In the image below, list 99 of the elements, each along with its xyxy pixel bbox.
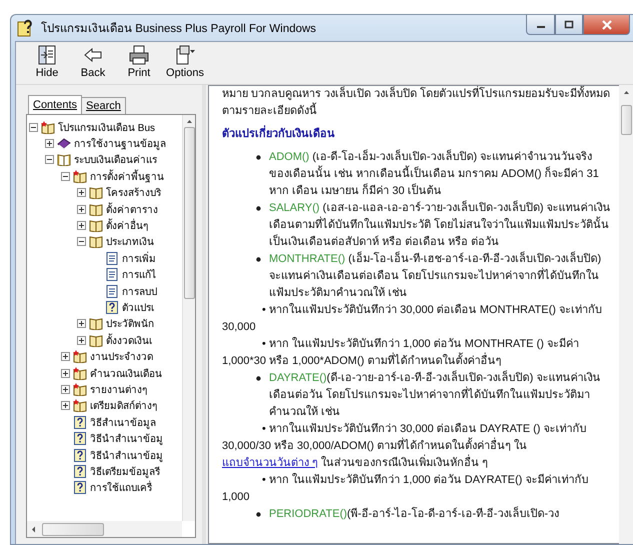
list-item: MONTHRATE() (เอ็ม-โอ-เอ็น-ที-เฮช-อาร์-เอ-ที-อี-วงเล็บเปิด-วงเล็บปิด) จะแทนค่าเงินเดือนต่อเดือน โดยโปรแกรมจะไปหาค่าจากที่ได้บันทึกในแฟ้มประวัติมาคำนวณให้ เช่น [269, 251, 602, 301]
tree-item[interactable]: ประเภทเงิน [106, 234, 154, 250]
help-icon [73, 416, 87, 429]
book-icon [89, 235, 103, 248]
bullet-icon [256, 155, 261, 160]
bullet-icon [256, 512, 261, 517]
expand-icon[interactable] [45, 139, 54, 148]
help-icon [73, 432, 87, 446]
tree-item[interactable]: ประวัติพนัก [106, 316, 154, 332]
horizontal-scrollbar[interactable] [27, 521, 182, 537]
book-icon [89, 334, 103, 347]
page-icon [105, 284, 119, 298]
tree-item[interactable]: ตั้งค่าตาราง [106, 202, 158, 217]
page-icon [105, 252, 119, 265]
vertical-scrollbar[interactable] [182, 115, 195, 521]
window-title: โปรแกรมเงินเดือน Business Plus Payroll For Windows [41, 20, 318, 37]
book-icon [89, 317, 103, 330]
tree-item[interactable]: การใช้งานฐานข้อมูล [74, 136, 166, 152]
section-heading: ตัวแปรเกี่ยวกับเงินเดือน [222, 126, 611, 143]
scrollbar-thumb[interactable] [184, 127, 194, 299]
tab[interactable]: Contents [28, 95, 82, 115]
maximize-button[interactable] [555, 15, 583, 35]
example-text: • หากในแฟ้มประวัติบันทึกว่า 30,000 ต่อเดือน DAYRATE () จะเท่ากับ 30,000/30 หรือ 30,000/ADOM() ตามที่ได้กำหนดในตั้งค่าอื่นๆ ใน แถบจำนวนวันต่าง ๆ ในส่วนของกรณีเงินเพิ่มเงินหักอื่น ๆ [222, 421, 588, 471]
tree-item[interactable]: การตั้งค่าพื้นฐาน [90, 168, 164, 184]
expand-icon[interactable] [61, 384, 70, 394]
example-text: • หากในแฟ้มประวัติบันทึกว่า 30,000 ต่อเดือน MONTHRATE() จะเท่ากับ 30,000 [222, 302, 603, 335]
list-item: SALARY() (เอส-เอ-แอล-เอ-อาร์-วาย-วงเล็บเปิด-วงเล็บปิด) จะแทนค่าเงินเดือนตามที่ได้บันทึกในแฟ้มประวัติ โดยไม่สนใจว่าในแฟ้มแฟ้มประวัตินั้นเป็นเงินเดือนต่อสัปดาห์ หรือ ต่อเดือน หรือ ต่อวัน [269, 200, 611, 250]
tree-item[interactable]: โครงสร้างบริ [106, 185, 161, 200]
options-icon [174, 45, 196, 65]
toolbar-button[interactable]: Options [162, 42, 208, 84]
expand-icon[interactable] [77, 336, 86, 345]
scroll-up-icon[interactable] [622, 89, 630, 95]
tree-item[interactable]: เตรียมดิสก์ต่างๆ [90, 398, 157, 414]
book-icon [57, 137, 71, 150]
list-item: ADOM() (เอ-ดี-โอ-เอ็ม-วงเล็บเปิด-วงเล็บปิด) จะแทนค่าจำนวนวันจริงของเดือนนั้น เช่น หากเดือนนี้เป็นเดือน มกราคม ADOM() ก็จะมีค่า 31 หาก เดือน เมษายน ก็มีค่า 30 เป็นต้น [269, 149, 600, 199]
tree-item[interactable]: ตัวแปรเ [122, 300, 154, 315]
tree-item[interactable]: โปรแกรมเงินเดือน Bus [58, 120, 156, 135]
book-icon [73, 366, 87, 380]
tree-item[interactable]: วิธีสำเนาข้อมูล [90, 414, 156, 430]
page-icon [105, 268, 119, 282]
maximize-icon [564, 20, 574, 29]
expand-icon[interactable] [61, 401, 70, 410]
list-item: DAYRATE()(ดี-เอ-วาย-อาร์-เอ-ที-อี-วงเล็บเปิด-วงเล็บปิด) จะแทนค่าเงินเดือนต่อวัน โดยโปรแกรมจะไปหาค่าจากที่ได้บันทึกในแฟ้มประวัติมาคำนวณให้ เช่น [269, 370, 602, 420]
help-file-icon [17, 19, 35, 37]
tree-item[interactable]: การลบป [122, 284, 157, 299]
tree-item[interactable]: ตั้งค่าอื่นๆ [106, 218, 148, 234]
example-text: • หาก ในแฟ้มประวัติบันทึกว่า 1,000 ต่อวัน DAYRATE() จะมีค่าเท่ากับ 1,000 [222, 472, 590, 505]
help-icon [73, 448, 87, 462]
tree-item[interactable]: วิธีเตรียมข้อมูลรี [90, 464, 160, 479]
book-icon [73, 350, 87, 364]
expand-icon[interactable] [77, 221, 86, 230]
book-icon [73, 382, 87, 396]
collapse-icon[interactable] [77, 237, 86, 246]
collapse-icon[interactable] [45, 155, 54, 164]
tree-item[interactable]: คำนวณเงินเดือน [90, 366, 162, 381]
expand-icon[interactable] [77, 204, 86, 214]
example-text: • หาก ในแฟ้มประวัติบันทึกว่า 1,000 ต่อวัน MONTHRATE () จะมีค่า 1,000*30 หรือ 1,000*ADOM() ตามที่ได้กำหนดในตั้งค่าอื่นๆ [222, 336, 580, 369]
tree-item[interactable]: ระบบเงินเดือนค่าแร [74, 152, 157, 168]
scroll-left-icon[interactable] [31, 526, 36, 532]
tree-item[interactable]: การใช้แถบเครื่ [90, 480, 152, 496]
book-icon [89, 202, 103, 216]
close-button[interactable] [583, 15, 630, 35]
expand-icon[interactable] [61, 368, 70, 378]
list-item: PERIODRATE()(พี-อี-อาร์-ไอ-โอ-ดี-อาร์-เอ-ที-อี-วงเล็บเปิด-วง [269, 506, 559, 522]
print-icon [128, 45, 150, 65]
bullet-icon [256, 257, 261, 262]
collapse-icon[interactable] [29, 122, 38, 132]
toolbar-button[interactable]: Back [70, 42, 116, 84]
toolbar-button[interactable]: Print [116, 42, 162, 84]
tree-item[interactable]: วิธีนำสำเนาข้อมู [90, 431, 163, 446]
tree-item[interactable]: วิธีนำสำเนาข้อมู [90, 448, 163, 462]
bullet-icon [256, 206, 261, 211]
tree-item[interactable]: การเพิ่ม [122, 250, 156, 266]
toolbar-button[interactable]: Hide [24, 42, 70, 84]
scrollbar-thumb[interactable] [42, 522, 104, 536]
help-icon [105, 300, 119, 314]
book-icon [73, 170, 87, 183]
book-icon [41, 120, 55, 134]
link[interactable]: แถบจำนวนวันต่าง ๆ [222, 457, 318, 469]
bullet-icon [256, 376, 261, 381]
open-book-icon [57, 153, 71, 166]
book-icon [89, 186, 103, 200]
tree-item[interactable]: ตั้งงวดเงินเ [106, 332, 152, 348]
scrollbar-thumb[interactable] [620, 105, 632, 135]
expand-icon[interactable] [77, 319, 86, 328]
collapse-icon[interactable] [61, 172, 70, 181]
tree-item[interactable]: การแก้ไ [122, 267, 156, 282]
close-icon [600, 20, 612, 30]
minimize-button[interactable] [526, 15, 555, 35]
expand-icon[interactable] [77, 188, 86, 198]
expand-icon[interactable] [61, 352, 70, 362]
tree-item[interactable]: งานประจำงวด [90, 349, 153, 364]
back-arrow-icon [82, 45, 104, 65]
book-icon [73, 399, 87, 412]
book-icon [89, 219, 103, 232]
help-icon [73, 481, 87, 494]
help-icon [73, 464, 87, 478]
tab[interactable]: Search [81, 97, 126, 115]
tree-item[interactable]: รายงานต่างๆ [90, 382, 147, 397]
